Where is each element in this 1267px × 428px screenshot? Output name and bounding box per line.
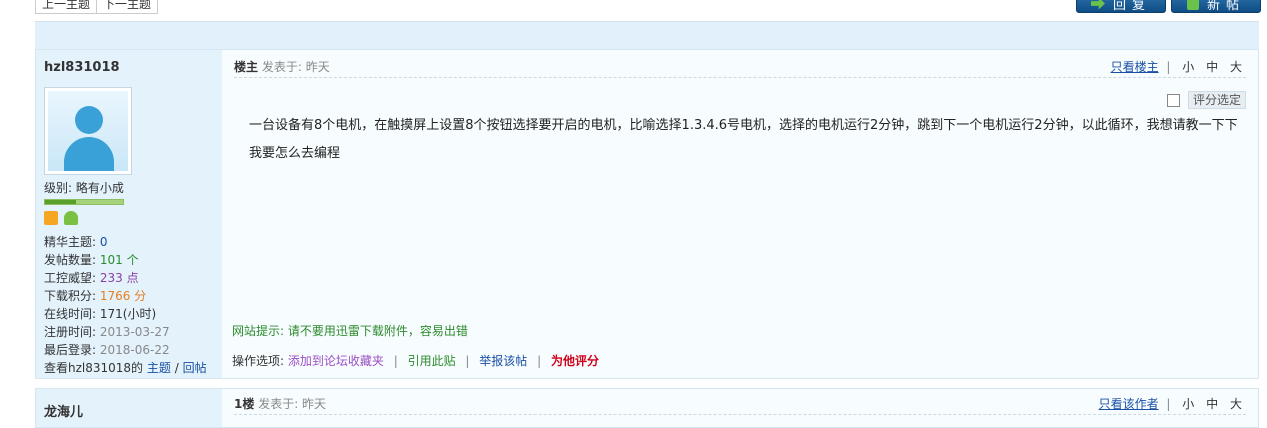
author-stats: 精华主题: 0 发帖数量: 101 个 工控威望: 233 点 下载积分: 17… xyxy=(44,233,222,377)
thread-header-bar xyxy=(35,21,1259,49)
author-sidebar: 龙海儿 xyxy=(36,389,222,427)
stat-digest: 精华主题: 0 xyxy=(44,235,108,249)
posted-time: 发表于: 昨天 xyxy=(258,397,327,411)
view-topics-link[interactable]: 主题 xyxy=(147,361,171,375)
prev-topic-link[interactable]: 上一主题 xyxy=(36,0,98,13)
author-sidebar: hzl831018 级别: 略有小成 精华主题: 0 发帖数量: 101 个 工… xyxy=(36,50,222,378)
topic-nav: 上一主题 下一主题 xyxy=(35,0,159,14)
add-favorite-link[interactable]: 添加到论坛收藏夹 xyxy=(288,354,384,368)
reply-button[interactable]: 回复 xyxy=(1076,0,1166,13)
plus-icon xyxy=(1186,0,1199,10)
font-large-link[interactable]: 大 xyxy=(1230,397,1242,411)
level-progress-bar xyxy=(44,199,124,205)
stat-download-points: 下载积分: 1766 分 xyxy=(44,289,147,303)
stat-last-login: 最后登录: 2018-06-22 xyxy=(44,343,170,357)
stat-online-time: 在线时间: 171(小时) xyxy=(44,307,157,321)
new-post-button[interactable]: 新帖 xyxy=(1171,0,1261,13)
new-post-button-label: 新帖 xyxy=(1206,0,1245,13)
stat-registered: 注册时间: 2013-03-27 xyxy=(44,325,170,339)
author-level: 级别: 略有小成 xyxy=(44,181,124,195)
report-link[interactable]: 举报该帖 xyxy=(479,354,527,368)
font-medium-link[interactable]: 中 xyxy=(1206,397,1218,411)
post-body: 1楼 发表于: 昨天 只看该作者 | 小 中 大 xyxy=(222,389,1258,427)
rate-select: 评分选定 xyxy=(1166,91,1246,109)
post-content: 一台设备有8个电机，在触摸屏上设置8个按钮选择要开启的电机，比喻选择1.3.4.… xyxy=(249,118,1238,161)
sound-icon[interactable] xyxy=(44,211,58,225)
reply-button-label: 回复 xyxy=(1112,0,1151,13)
font-large-link[interactable]: 大 xyxy=(1230,60,1242,74)
font-small-link[interactable]: 小 xyxy=(1182,397,1194,411)
rate-user-link[interactable]: 为他评分 xyxy=(551,354,599,368)
next-topic-link[interactable]: 下一主题 xyxy=(97,0,157,13)
only-author-link[interactable]: 只看楼主 xyxy=(1111,60,1159,74)
posted-time: 发表于: 昨天 xyxy=(261,60,330,74)
only-author-link[interactable]: 只看该作者 xyxy=(1099,397,1159,411)
post-header: 1楼 发表于: 昨天 只看该作者 | 小 中 大 xyxy=(234,395,1246,415)
arrow-icon xyxy=(1090,0,1105,10)
post-header: 楼主 发表于: 昨天 只看楼主 | 小 中 大 xyxy=(234,58,1246,78)
avatar[interactable] xyxy=(44,87,132,175)
post-body: 楼主 发表于: 昨天 只看楼主 | 小 中 大 评分选定 一台设备有8个电机，在… xyxy=(222,50,1258,378)
rate-checkbox[interactable] xyxy=(1166,93,1180,107)
site-tip: 网站提示: 请不要用迅雷下载附件，容易出错 xyxy=(232,324,468,338)
view-author-links: 查看hzl831018的 主题 / 回帖 xyxy=(44,361,207,375)
stat-prestige: 工控威望: 233 点 xyxy=(44,271,139,285)
floor-label: 楼主 xyxy=(234,60,259,74)
post-2: 龙海儿 1楼 发表于: 昨天 只看该作者 | 小 中 大 xyxy=(35,388,1259,428)
post-actions: 操作选项: 添加到论坛收藏夹 | 引用此贴 | 举报该帖 | 为他评分 xyxy=(232,354,600,368)
author-name[interactable]: 龙海儿 xyxy=(44,401,222,420)
font-small-link[interactable]: 小 xyxy=(1182,60,1194,74)
floor-label: 1楼 xyxy=(234,397,255,411)
post-1: hzl831018 级别: 略有小成 精华主题: 0 发帖数量: 101 个 工… xyxy=(35,49,1259,379)
author-name[interactable]: hzl831018 xyxy=(44,60,222,75)
font-medium-link[interactable]: 中 xyxy=(1206,60,1218,74)
stat-posts: 发帖数量: 101 个 xyxy=(44,253,139,267)
view-replies-link[interactable]: 回帖 xyxy=(183,361,207,375)
add-friend-icon[interactable] xyxy=(64,211,78,225)
rate-select-label[interactable]: 评分选定 xyxy=(1187,91,1246,109)
quote-link[interactable]: 引用此贴 xyxy=(408,354,456,368)
